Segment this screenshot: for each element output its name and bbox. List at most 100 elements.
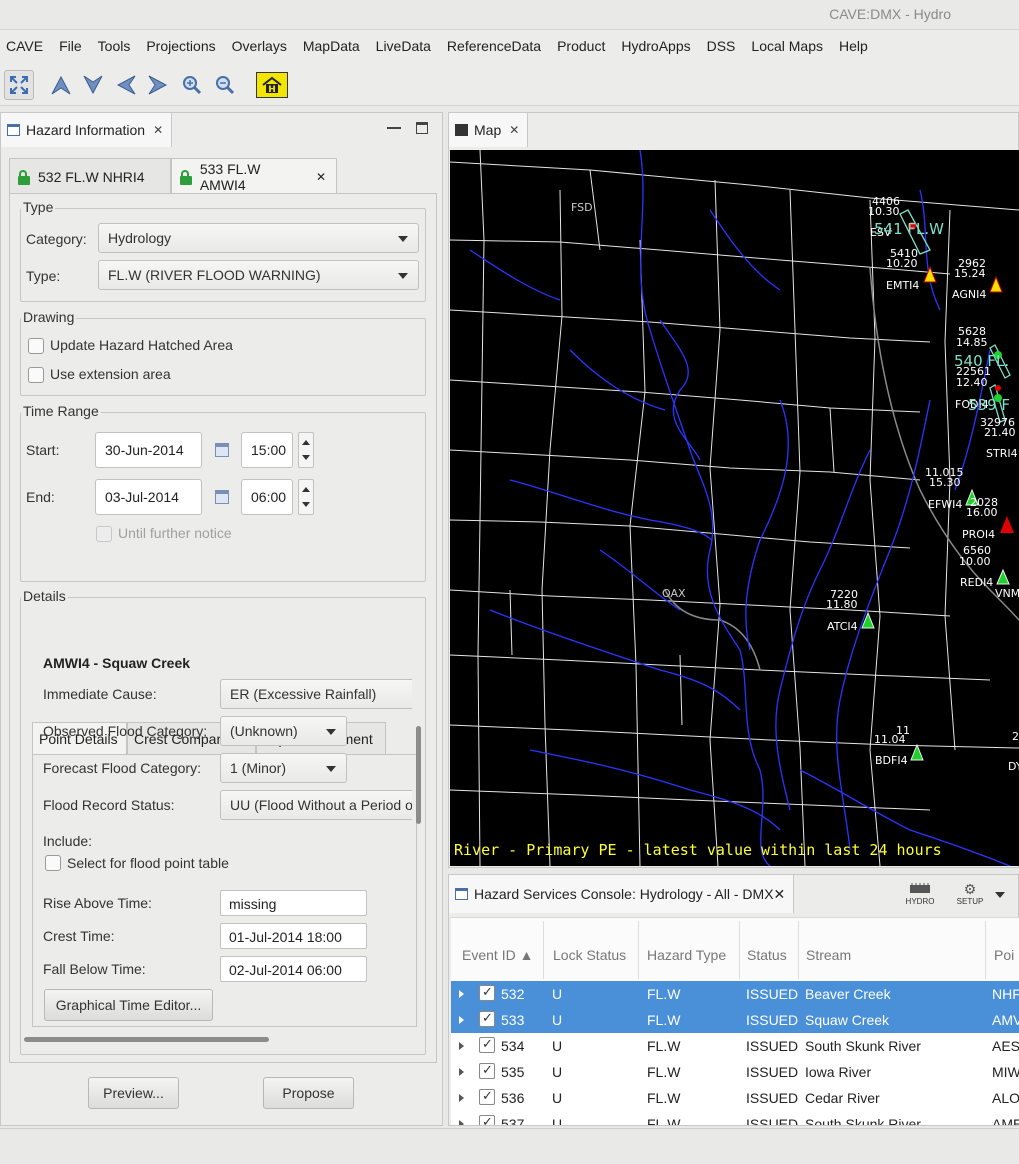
expand-icon[interactable]: [459, 1042, 464, 1050]
column-lock-status[interactable]: Lock Status: [553, 947, 626, 963]
expand-icon[interactable]: [459, 990, 464, 998]
crest-time-field[interactable]: 01-Jul-2014 18:00: [220, 923, 367, 949]
row-checkbox[interactable]: [479, 1062, 495, 1079]
station-id: ATCI4: [827, 620, 858, 633]
station-id: EMTI4: [886, 279, 920, 292]
table-header: [451, 917, 1019, 981]
start-date-field[interactable]: 30-Jun-2014: [95, 432, 202, 468]
table-row[interactable]: 536 U FL.W ISSUED Cedar River ALO: [451, 1085, 1019, 1111]
menu-file[interactable]: File: [59, 38, 82, 54]
type-combo[interactable]: FL.W (RIVER FLOOD WARNING): [98, 260, 419, 290]
row-checkbox[interactable]: [479, 984, 495, 1001]
close-icon[interactable]: ✕: [509, 123, 519, 137]
scrollbar-thumb[interactable]: [416, 726, 421, 824]
row-checkbox[interactable]: [479, 1088, 495, 1105]
hydro-home-icon[interactable]: H: [256, 72, 288, 98]
table-row[interactable]: 535 U FL.W ISSUED Iowa River MIW: [451, 1059, 1019, 1085]
tab-event-532[interactable]: 532 FL.W NHRI4: [9, 158, 171, 194]
menu-overlays[interactable]: Overlays: [232, 38, 287, 54]
end-time-field[interactable]: 06:00: [241, 479, 293, 515]
column-status[interactable]: Status: [747, 947, 787, 963]
expand-icon[interactable]: [459, 1094, 464, 1102]
pan-right-icon[interactable]: [143, 70, 173, 100]
maximize-icon[interactable]: [416, 122, 428, 134]
expand-icon[interactable]: [459, 1068, 464, 1076]
view-window-icon: [455, 888, 468, 900]
console-view-tab[interactable]: Hazard Services Console: Hydrology - All…: [449, 875, 795, 913]
map-icon: [455, 124, 468, 136]
until-further-notice-checkbox[interactable]: [96, 526, 112, 542]
minimize-icon[interactable]: [387, 127, 401, 129]
column-point[interactable]: Poi: [994, 947, 1014, 963]
use-extension-checkbox[interactable]: [28, 367, 44, 383]
menu-livedata[interactable]: LiveData: [376, 38, 431, 54]
row-checkbox[interactable]: [479, 1036, 495, 1053]
pan-up-icon[interactable]: [46, 70, 76, 100]
observed-category-combo[interactable]: (Unknown): [220, 716, 347, 746]
category-combo[interactable]: Hydrology: [98, 223, 419, 253]
close-icon[interactable]: ✕: [153, 123, 163, 137]
setup-button[interactable]: ⚙ SETUP: [955, 881, 985, 909]
flood-point-table-label: Select for flood point table: [67, 855, 229, 871]
zoom-in-icon[interactable]: [177, 70, 207, 100]
table-row[interactable]: 533 U FL.W ISSUED Squaw Creek AMV: [451, 1007, 1019, 1033]
until-further-notice-label: Until further notice: [118, 525, 232, 541]
flood-point-table-checkbox[interactable]: [45, 855, 61, 871]
forecast-category-combo[interactable]: 1 (Minor): [220, 753, 347, 783]
expand-icon[interactable]: [459, 1016, 464, 1024]
calendar-icon[interactable]: [215, 443, 229, 457]
column-stream[interactable]: Stream: [806, 947, 851, 963]
close-icon[interactable]: ✕: [316, 170, 326, 184]
record-status-combo[interactable]: UU (Flood Without a Period o: [220, 790, 412, 820]
graphical-time-editor-button[interactable]: Graphical Time Editor...: [44, 989, 213, 1021]
hydro-button[interactable]: HYDRO: [905, 881, 935, 909]
update-hatched-checkbox[interactable]: [28, 338, 44, 354]
station-value: 15.30: [929, 476, 961, 489]
pan-down-icon[interactable]: [78, 70, 108, 100]
menu-dss[interactable]: DSS: [707, 38, 736, 54]
end-time-spinner[interactable]: [298, 479, 314, 515]
menu-product[interactable]: Product: [557, 38, 605, 54]
column-hazard-type[interactable]: Hazard Type: [647, 947, 726, 963]
tab-event-533[interactable]: 533 FL.W AMWI4 ✕: [171, 158, 337, 194]
details-vertical-scrollbar[interactable]: [415, 722, 423, 1022]
hazard-information-view-tab[interactable]: Hazard Information ✕: [1, 113, 173, 147]
scrollbar-thumb[interactable]: [24, 1037, 269, 1042]
menu-mapdata[interactable]: MapData: [303, 38, 360, 54]
fall-below-field[interactable]: 02-Jul-2014 06:00: [220, 956, 367, 982]
rise-above-field[interactable]: missing: [220, 890, 367, 916]
map-canvas[interactable]: FSD OAX 4406 10.30 ESV 541 FL.W 5410 10.…: [450, 150, 1019, 866]
menu-bar: CAVE File Tools Projections Overlays Map…: [0, 30, 1019, 62]
table-row[interactable]: 534 U FL.W ISSUED South Skunk River AES: [451, 1033, 1019, 1059]
zoom-out-icon[interactable]: [210, 70, 240, 100]
start-time-field[interactable]: 15:00: [241, 432, 293, 468]
table-row[interactable]: 537 U FL.W ISSUED South Skunk River AME: [451, 1111, 1019, 1125]
details-horizontal-scrollbar[interactable]: [22, 1036, 412, 1044]
propose-button[interactable]: Propose: [263, 1077, 354, 1109]
chevron-down-icon[interactable]: [995, 892, 1005, 898]
close-icon[interactable]: ✕: [774, 886, 786, 903]
table-row[interactable]: 532 U FL.W ISSUED Beaver Creek NHF: [451, 981, 1019, 1007]
menu-local-maps[interactable]: Local Maps: [751, 38, 823, 54]
row-checkbox[interactable]: [479, 1114, 495, 1125]
expand-icon[interactable]: [459, 1120, 464, 1125]
menu-hydroapps[interactable]: HydroApps: [621, 38, 690, 54]
immediate-cause-combo[interactable]: ER (Excessive Rainfall): [220, 679, 412, 709]
menu-help[interactable]: Help: [839, 38, 868, 54]
preview-button[interactable]: Preview...: [88, 1077, 179, 1109]
calendar-icon[interactable]: [215, 490, 229, 504]
cell-event-id: 535: [501, 1064, 525, 1080]
menu-projections[interactable]: Projections: [146, 38, 215, 54]
menu-cave[interactable]: CAVE: [6, 38, 43, 54]
pan-left-icon[interactable]: [111, 70, 141, 100]
station-value: 12.40: [956, 376, 988, 389]
station-value: 2: [1012, 730, 1019, 743]
column-event-id[interactable]: Event ID ▲: [462, 947, 533, 963]
row-checkbox[interactable]: [479, 1010, 495, 1027]
start-time-spinner[interactable]: [298, 432, 314, 468]
full-extent-icon[interactable]: [4, 70, 34, 100]
menu-tools[interactable]: Tools: [98, 38, 131, 54]
map-view-tab[interactable]: Map ✕: [449, 113, 529, 147]
menu-referencedata[interactable]: ReferenceData: [447, 38, 541, 54]
end-date-field[interactable]: 03-Jul-2014: [95, 479, 202, 515]
